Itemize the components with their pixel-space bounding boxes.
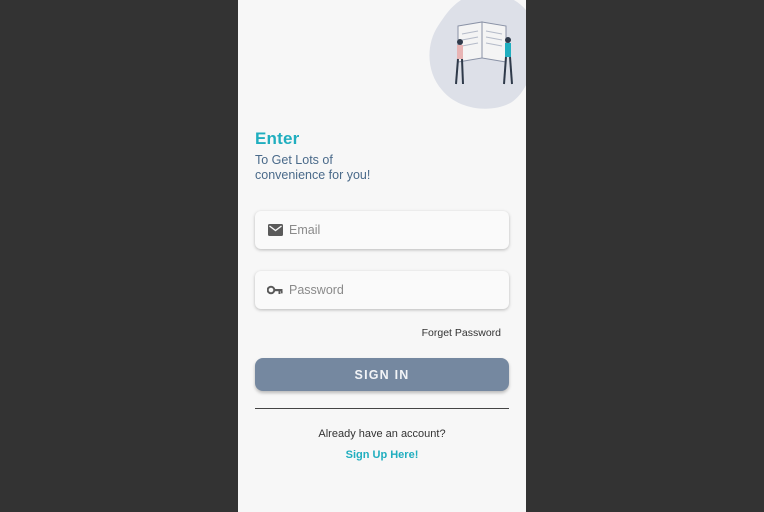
login-screen: Enter To Get Lots of convenience for you…	[238, 0, 526, 512]
sign-in-button[interactable]: SIGN IN	[255, 358, 509, 391]
mail-icon	[267, 222, 283, 238]
welcome-block: Enter To Get Lots of convenience for you…	[255, 129, 405, 183]
divider	[255, 408, 509, 409]
sign-up-link[interactable]: Sign Up Here!	[238, 449, 526, 461]
page-title: Enter	[255, 129, 300, 148]
page-subtitle: To Get Lots of convenience for you!	[255, 153, 371, 182]
email-field[interactable]	[255, 211, 509, 249]
forget-password-link[interactable]: Forget Password	[422, 327, 501, 339]
reading-illustration	[429, 0, 526, 109]
account-prompt: Already have an account?	[318, 428, 446, 440]
password-field[interactable]	[255, 271, 509, 309]
email-input[interactable]	[289, 223, 489, 237]
password-input[interactable]	[289, 283, 489, 297]
key-icon	[267, 282, 283, 298]
